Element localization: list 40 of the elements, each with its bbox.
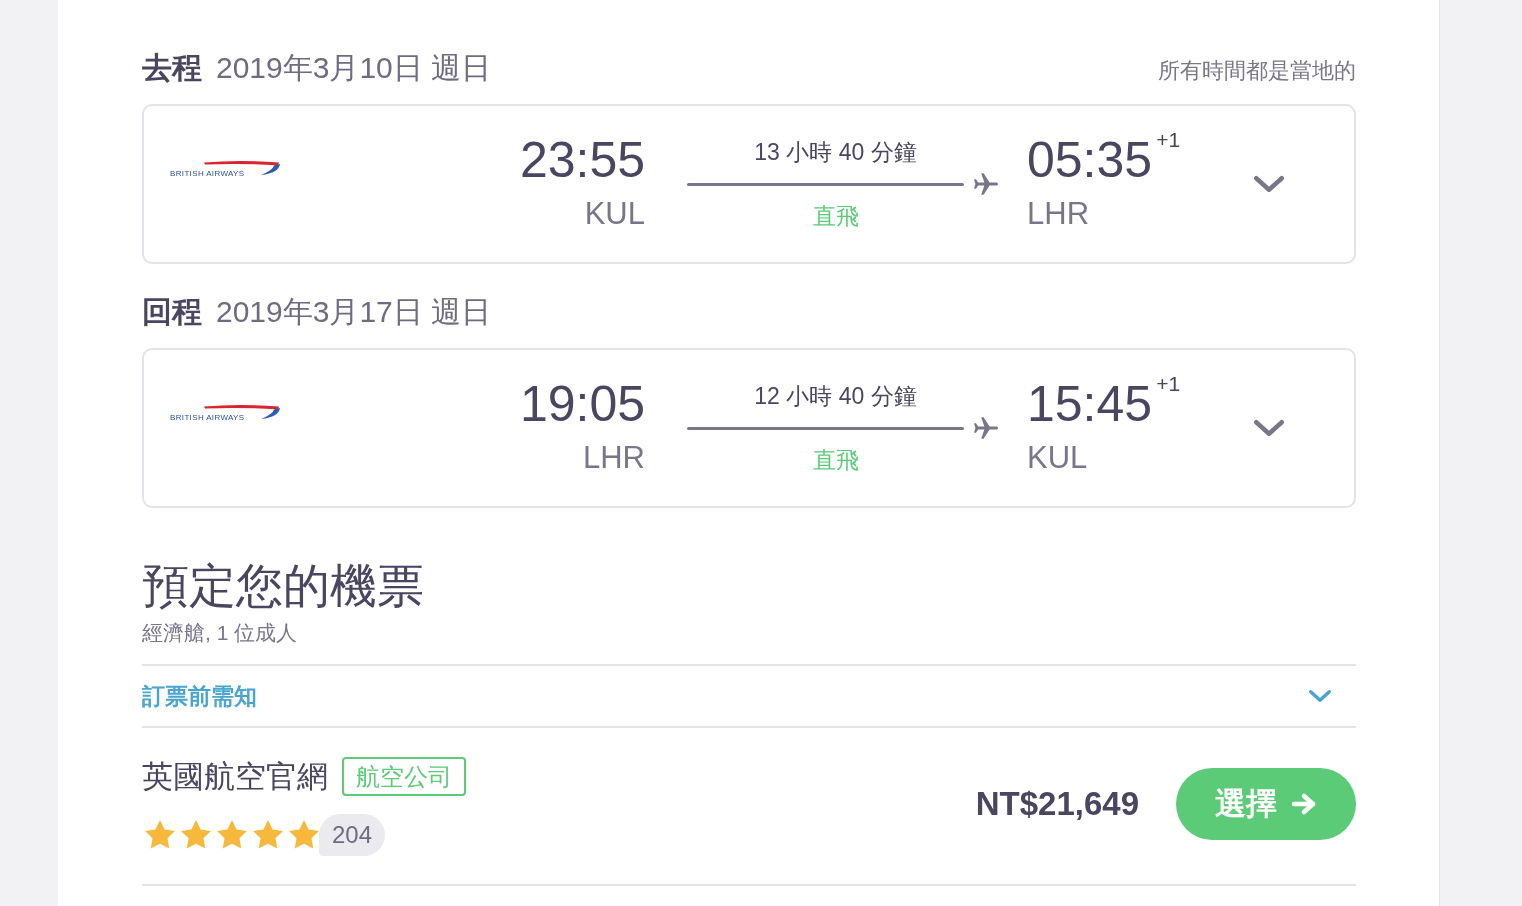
departure-airport: LHR — [583, 439, 645, 476]
leg-date: 2019年3月10日 週日 — [216, 50, 492, 86]
booking-title: 預定您的機票 — [142, 558, 424, 614]
booking-notice-toggle[interactable]: 訂票前需知 — [142, 666, 1356, 726]
star-icon — [253, 820, 283, 849]
provider-type-tag: 航空公司 — [342, 757, 466, 796]
day-offset: +1 — [1156, 371, 1181, 396]
star-icon — [289, 820, 319, 849]
star-icon — [217, 820, 247, 849]
arrival-time: 05:35 — [1027, 132, 1153, 187]
booking-subtitle: 經濟艙, 1 位成人 — [142, 620, 298, 646]
day-offset: +1 — [1156, 127, 1181, 152]
departure-time: 23:55 — [519, 132, 645, 187]
leg-label: 去程 — [142, 50, 202, 86]
arrow-right-icon — [1291, 793, 1317, 815]
chevron-icon[interactable] — [1308, 689, 1332, 703]
star-icon — [181, 820, 211, 849]
airline-logo: BRITISH AIRWAYS — [170, 402, 282, 422]
chevron-icon[interactable] — [1253, 175, 1285, 193]
leg-label: 回程 — [142, 294, 202, 330]
price-text: NT$21,649 — [975, 785, 1139, 823]
review-count: 204 — [319, 813, 386, 856]
plane-icon — [974, 172, 998, 196]
provider-name: 英國航空官網 — [142, 757, 328, 796]
select-button[interactable]: 選擇 — [1176, 768, 1356, 840]
leg-date: 2019年3月17日 週日 — [216, 294, 492, 330]
plane-icon — [974, 416, 998, 440]
flight-duration: 12 小時 40 分鐘 — [754, 382, 917, 410]
arrival-time: 15:45 — [1027, 376, 1153, 431]
chevron-icon[interactable] — [1253, 419, 1285, 437]
local-time-note: 所有時間都是當地的 — [1158, 57, 1356, 85]
star-icon — [145, 820, 175, 849]
airline-logo: BRITISH AIRWAYS — [170, 158, 282, 178]
stops-text: 直飛 — [812, 446, 859, 474]
arrival-airport: LHR — [1027, 195, 1089, 232]
departure-time: 19:05 — [519, 376, 645, 431]
flight-duration: 13 小時 40 分鐘 — [754, 138, 917, 166]
departure-airport: KUL — [584, 195, 645, 232]
stops-text: 直飛 — [812, 202, 859, 230]
arrival-airport: KUL — [1027, 439, 1088, 476]
